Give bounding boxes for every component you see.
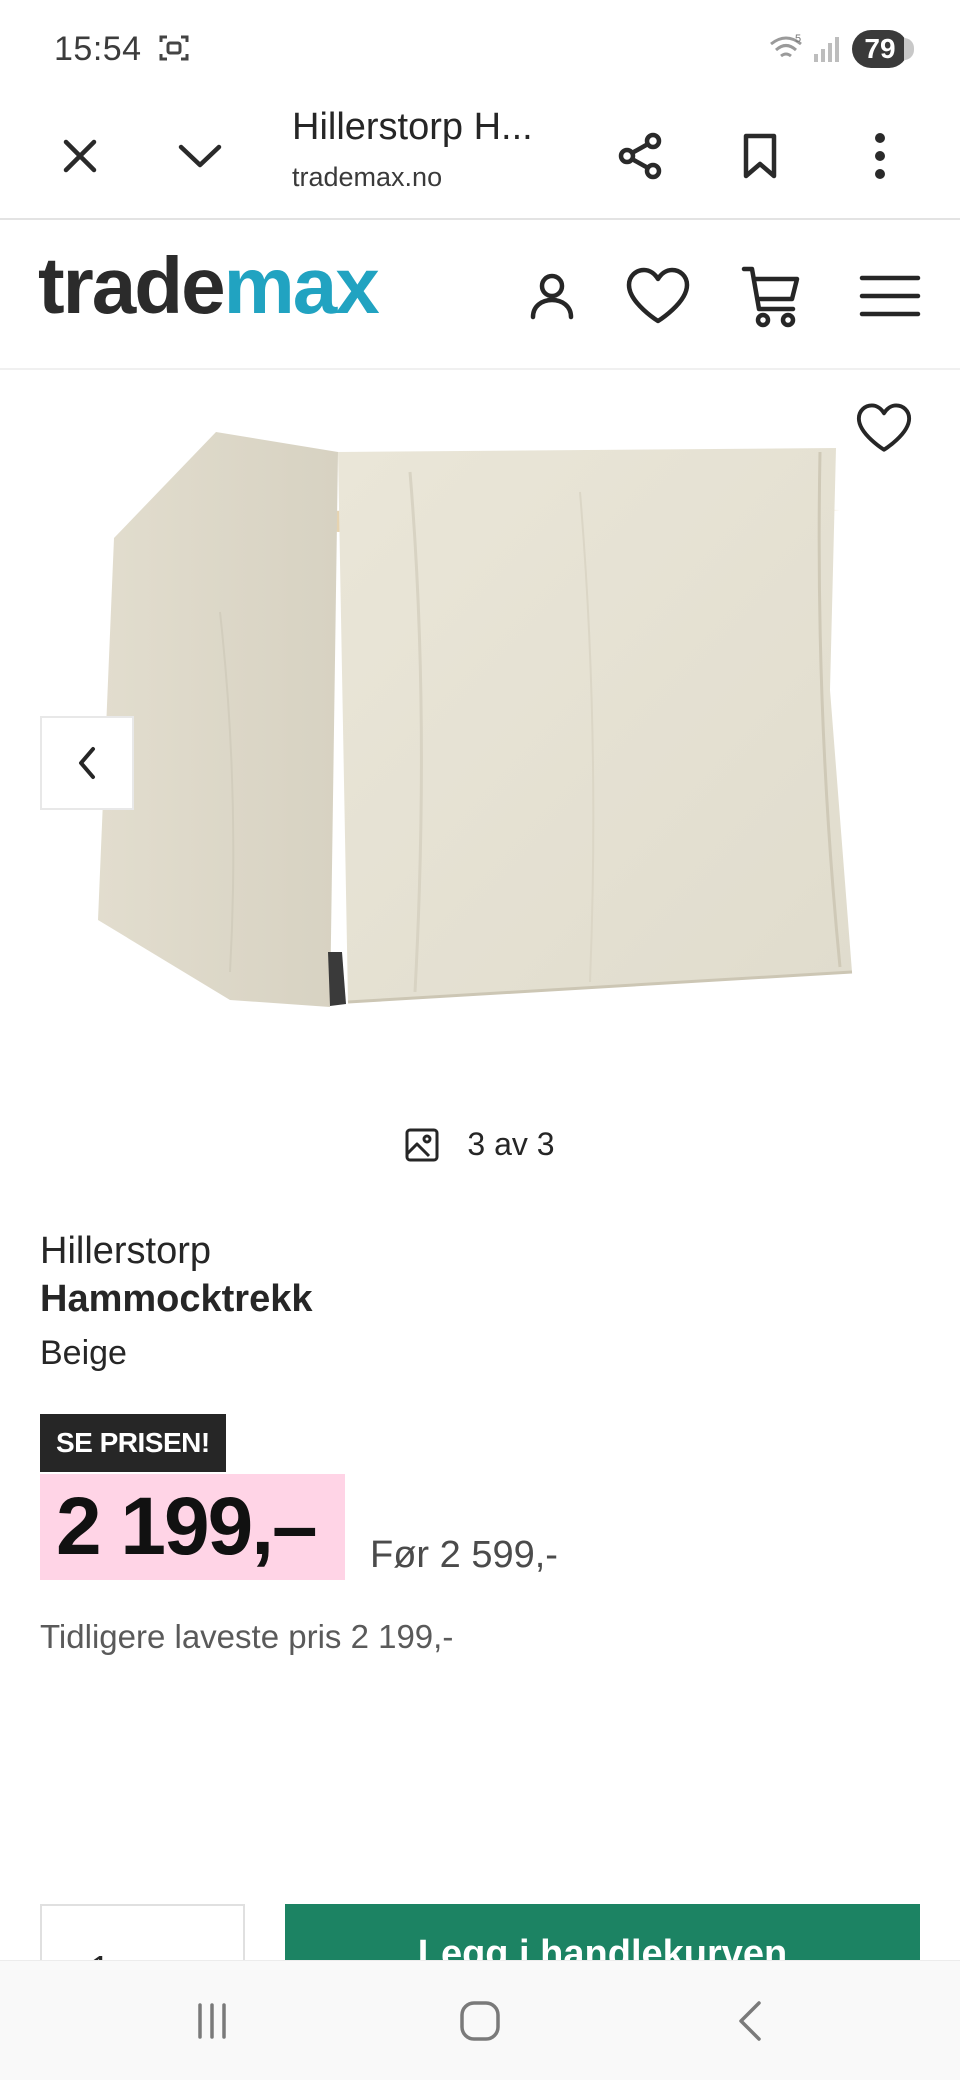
product-price: 2 199,–: [56, 1481, 318, 1572]
bookmark-icon: [743, 133, 777, 179]
menu-icon: [859, 275, 921, 317]
svg-text:5: 5: [795, 33, 801, 45]
browser-toolbar: Hillerstorp H... trademax.no: [0, 96, 960, 220]
site-header: trademax: [0, 220, 960, 370]
bookmark-button[interactable]: [720, 116, 800, 196]
account-icon: [530, 273, 574, 320]
status-bar: 15:54 5 79: [0, 0, 960, 96]
product-variant: Beige: [40, 1334, 127, 1372]
product-gallery[interactable]: [0, 372, 960, 1092]
home-icon: [460, 2001, 500, 2041]
gallery-counter-text: 3 av 3: [467, 1126, 555, 1162]
product-image[interactable]: [80, 412, 880, 1032]
price-highlight: 2 199,–: [40, 1474, 345, 1580]
cart-icon: [741, 266, 800, 328]
share-icon: [618, 132, 662, 180]
back-button[interactable]: [700, 1981, 800, 2061]
share-button[interactable]: [600, 116, 680, 196]
more-vert-icon: [875, 133, 885, 179]
home-button[interactable]: [430, 1981, 530, 2061]
image-icon: [405, 1128, 439, 1161]
screen-capture-icon: [158, 32, 190, 64]
chevron-down-icon: [178, 144, 222, 168]
minimize-button[interactable]: [160, 116, 240, 196]
heart-icon: [856, 403, 912, 452]
wishlist-button[interactable]: [618, 256, 698, 336]
status-time: 15:54: [54, 30, 142, 68]
product-brand: Hillerstorp: [40, 1230, 212, 1272]
recent-apps-icon: [198, 2003, 226, 2039]
close-icon: [63, 139, 97, 173]
signal-icon: [812, 34, 842, 64]
recent-apps-button[interactable]: [162, 1981, 262, 2061]
heart-icon: [626, 267, 690, 324]
page-domain[interactable]: trademax.no: [292, 162, 442, 193]
chevron-left-icon: [79, 747, 95, 779]
system-nav-bar: [0, 1960, 960, 2080]
price-badge: SE PRISEN!: [40, 1414, 226, 1472]
menu-button[interactable]: [850, 256, 930, 336]
gallery-prev-button[interactable]: [40, 716, 134, 810]
old-price: Før 2 599,-: [370, 1534, 558, 1576]
product-name: Hammocktrekk: [40, 1278, 313, 1320]
add-to-wishlist-button[interactable]: [848, 392, 920, 464]
lowest-price-note: Tidligere laveste pris 2 199,-: [40, 1618, 454, 1655]
gallery-counter: 3 av 3: [0, 1126, 960, 1163]
close-tab-button[interactable]: [40, 116, 120, 196]
account-button[interactable]: [512, 256, 592, 336]
cart-button[interactable]: [732, 256, 812, 336]
trademax-logo[interactable]: trademax: [38, 246, 380, 326]
back-icon: [739, 2001, 761, 2041]
battery-level: 79: [852, 30, 914, 68]
page-title[interactable]: Hillerstorp H...: [292, 106, 533, 149]
wifi-icon: 5: [768, 32, 808, 66]
more-options-button[interactable]: [840, 116, 920, 196]
